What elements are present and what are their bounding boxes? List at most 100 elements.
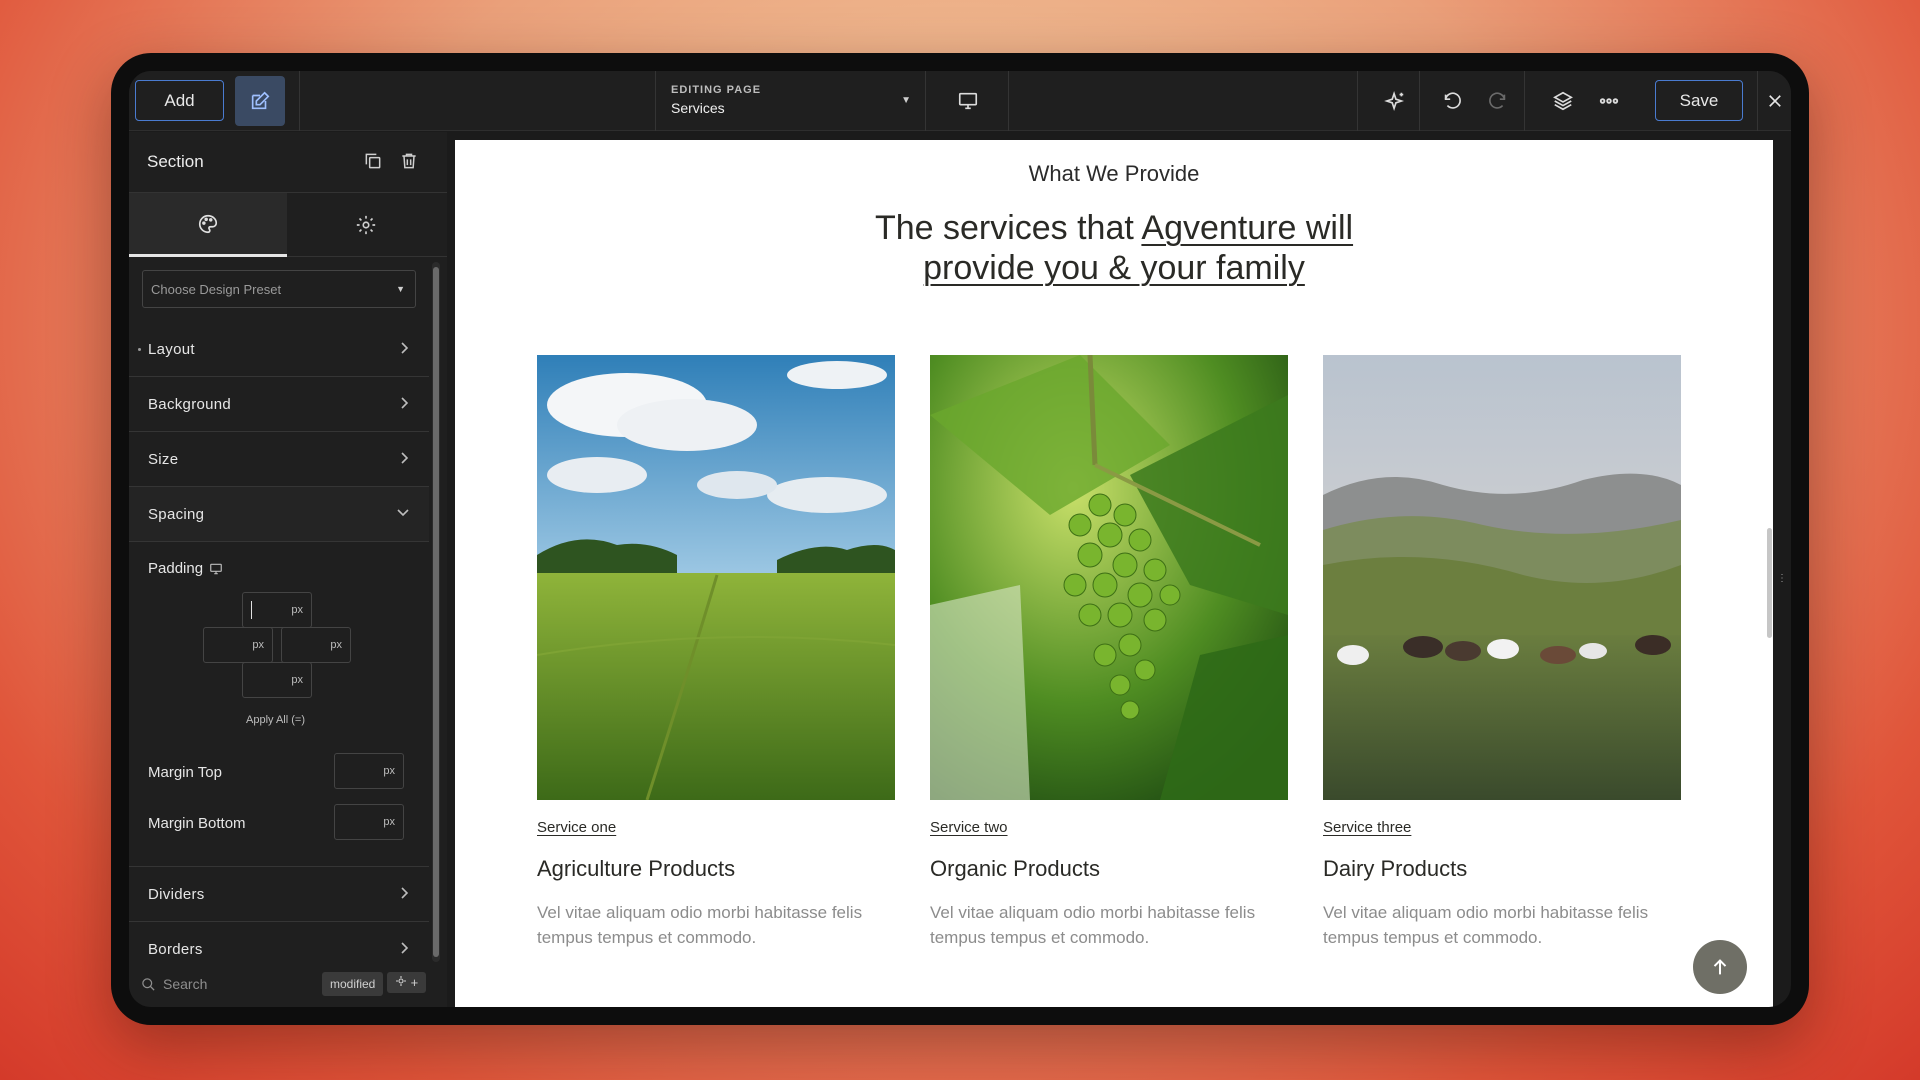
accordion-dividers[interactable]: Dividers (129, 867, 429, 922)
tab-settings[interactable] (287, 193, 445, 257)
redo-icon (1489, 92, 1506, 109)
canvas-scrollbar[interactable] (1765, 140, 1773, 1007)
service-link[interactable]: Service three (1323, 819, 1681, 836)
padding-right-unit: px (330, 639, 342, 651)
tab-design[interactable] (129, 193, 287, 257)
save-button[interactable]: Save (1655, 80, 1743, 121)
page-selector[interactable]: EDITING PAGE Services ▼ (655, 71, 925, 131)
padding-label: Padding (148, 560, 410, 577)
sparkle-icon (1384, 91, 1405, 111)
chevron-right-icon (401, 342, 409, 354)
pasture-photo (1323, 355, 1681, 800)
chevron-down-icon: ▼ (396, 284, 405, 294)
padding-bottom-unit: px (291, 674, 303, 686)
resize-handle-icon[interactable]: ⋮ (1777, 573, 1787, 593)
service-description: Vel vitae aliquam odio morbi habitasse f… (1323, 903, 1649, 947)
pencil-square-icon (251, 91, 270, 110)
sidebar-search-input[interactable]: Search (163, 976, 207, 992)
chevron-right-icon (401, 942, 409, 954)
filter-add-label: + (410, 975, 419, 990)
desktop-icon[interactable] (209, 562, 223, 576)
search-icon (142, 978, 155, 991)
device-frame: Add EDITING PAGE Services ▼ Save Section… (111, 53, 1809, 1025)
ai-assist-button[interactable] (1370, 76, 1420, 126)
editing-page-value: Services (671, 100, 725, 116)
undo-button[interactable] (1427, 76, 1477, 126)
chevron-down-icon (397, 509, 409, 517)
accordion-borders-label: Borders (148, 940, 203, 958)
modified-dot-icon (138, 348, 141, 351)
settings-sidebar: Section Choose Design Preset ▼ Layout Ba… (129, 132, 447, 1007)
trash-icon (402, 153, 416, 169)
padding-top-input[interactable]: px (242, 592, 312, 628)
scroll-to-top-button[interactable] (1693, 940, 1747, 994)
service-image-field (537, 355, 895, 800)
layers-icon (1553, 91, 1573, 111)
accordion-size[interactable]: Size (129, 432, 429, 487)
modified-filter-badge[interactable]: modified (322, 972, 384, 996)
more-horizontal-icon (1599, 98, 1619, 104)
margin-bottom-input[interactable]: px (334, 804, 404, 840)
more-options-button[interactable] (1584, 76, 1634, 126)
delete-button[interactable] (399, 151, 419, 176)
grapes-photo (930, 355, 1288, 800)
page-canvas[interactable]: What We Provide The services that Agvent… (455, 140, 1773, 1007)
close-icon (1769, 95, 1781, 107)
toolbar-divider (1008, 71, 1009, 131)
service-card[interactable]: Service three Dairy Products Vel vitae a… (1323, 355, 1681, 950)
filter-add-button[interactable]: + (387, 972, 427, 993)
gear-icon (356, 215, 376, 235)
accordion-spacing-label: Spacing (148, 505, 205, 523)
copy-icon (365, 153, 381, 169)
sidebar-footer: Search modified + (129, 962, 447, 1007)
accordion-spacing[interactable]: Spacing (129, 487, 429, 542)
editor-screen: Add EDITING PAGE Services ▼ Save Section… (129, 71, 1791, 1007)
layers-button[interactable] (1538, 76, 1588, 126)
chevron-right-icon (401, 397, 409, 409)
edit-mode-button[interactable] (235, 76, 285, 126)
toolbar-divider (1524, 71, 1525, 131)
padding-right-input[interactable]: px (281, 627, 351, 663)
padding-left-input[interactable]: px (203, 627, 273, 663)
close-editor-button[interactable] (1750, 76, 1791, 126)
gear-icon (396, 976, 406, 986)
chevron-down-icon: ▼ (901, 95, 911, 106)
service-description: Vel vitae aliquam odio morbi habitasse f… (930, 903, 1256, 947)
service-card[interactable]: Service two Organic Products Vel vitae a… (930, 355, 1288, 950)
margin-top-unit: px (383, 765, 395, 777)
spacing-panel: Padding px px px px Apply All (=) Margin… (129, 542, 429, 867)
duplicate-button[interactable] (363, 151, 383, 176)
sidebar-scrollbar[interactable] (432, 262, 440, 962)
design-preset-placeholder: Choose Design Preset (151, 281, 282, 297)
toolbar-divider (1357, 71, 1358, 131)
accordion-layout[interactable]: Layout (129, 322, 429, 377)
accordion-background[interactable]: Background (129, 377, 429, 432)
section-headline: The services that Agventure will provide… (455, 208, 1773, 288)
editor-toolbar: Add EDITING PAGE Services ▼ Save (129, 71, 1791, 131)
apply-all-link[interactable]: Apply All (=) (246, 714, 305, 726)
sidebar-scrollbar-thumb[interactable] (433, 267, 439, 957)
service-description: Vel vitae aliquam odio morbi habitasse f… (537, 903, 863, 947)
undo-icon (1444, 92, 1461, 109)
service-link[interactable]: Service two (930, 819, 1288, 836)
padding-top-unit: px (291, 604, 303, 616)
margin-bottom-label: Margin Bottom (148, 815, 246, 832)
text-cursor (251, 601, 252, 619)
add-button[interactable]: Add (135, 80, 224, 121)
headline-plain: The services that (874, 209, 1142, 247)
sidebar-header: Section (129, 132, 447, 193)
chevron-right-icon (401, 887, 409, 899)
design-preset-select[interactable]: Choose Design Preset ▼ (142, 270, 416, 308)
canvas-scrollbar-thumb[interactable] (1767, 528, 1772, 638)
padding-label-text: Padding (148, 560, 204, 577)
toolbar-divider (1419, 71, 1420, 131)
redo-button[interactable] (1473, 76, 1523, 126)
padding-bottom-input[interactable]: px (242, 662, 312, 698)
desktop-view-button[interactable] (943, 76, 993, 126)
margin-top-input[interactable]: px (334, 753, 404, 789)
accordion-borders[interactable]: Borders (129, 922, 429, 962)
service-link[interactable]: Service one (537, 819, 895, 836)
palette-icon (199, 214, 218, 233)
margin-top-label: Margin Top (148, 764, 222, 781)
service-card[interactable]: Service one Agriculture Products Vel vit… (537, 355, 895, 950)
